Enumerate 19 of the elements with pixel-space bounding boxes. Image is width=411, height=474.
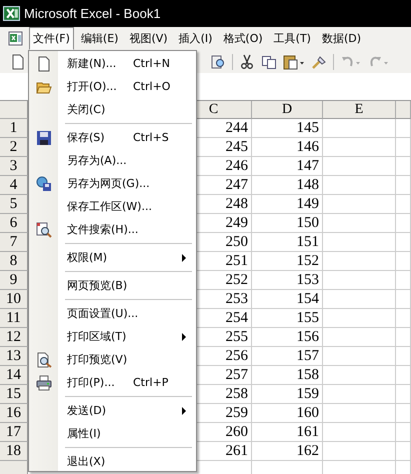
table-cell: 148 (252, 176, 323, 195)
table-cell: 161 (252, 423, 323, 442)
table-cell: 147 (252, 157, 323, 176)
table-cell: 155 (252, 309, 323, 328)
window-title: Microsoft Excel - Book1 (24, 6, 161, 21)
table-cell: 146 (252, 138, 323, 157)
table-cell: 154 (252, 290, 323, 309)
table-cell: 153 (252, 271, 323, 290)
table-cell: 150 (252, 214, 323, 233)
table-cell: 158 (252, 366, 323, 385)
table-cell: 152 (252, 252, 323, 271)
table-cell: 149 (252, 195, 323, 214)
table-cell: 160 (252, 404, 323, 423)
table-cell: 159 (252, 385, 323, 404)
table-cell: 156 (252, 328, 323, 347)
table-cell: 162 (252, 442, 323, 461)
table-cell: 145 (252, 119, 323, 138)
table-cell: 157 (252, 347, 323, 366)
table-cell: 151 (252, 233, 323, 252)
